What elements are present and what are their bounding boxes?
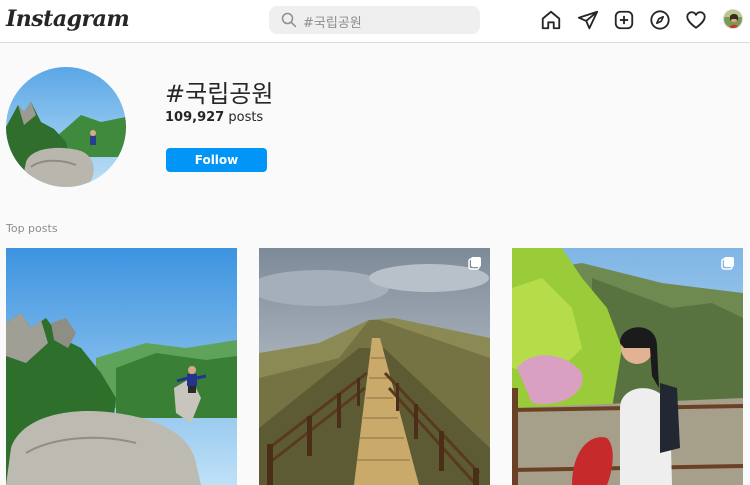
search-icon — [281, 12, 297, 28]
explore-icon[interactable] — [649, 9, 671, 31]
direct-icon[interactable] — [577, 9, 599, 31]
instagram-logo[interactable]: Instagram — [6, 6, 130, 32]
post-count-number: 109,927 — [165, 110, 225, 125]
top-posts-heading: Top posts — [6, 222, 58, 235]
follow-button[interactable]: Follow — [166, 148, 267, 172]
search-input[interactable]: #국립공원 — [303, 12, 362, 31]
post-count-label: posts — [228, 110, 264, 125]
top-post-2[interactable] — [259, 248, 490, 485]
multiple-photos-icon — [721, 257, 734, 270]
top-post-3[interactable] — [512, 248, 743, 485]
home-icon[interactable] — [540, 9, 562, 31]
top-post-1[interactable] — [6, 248, 237, 485]
post-image-mountain-rock — [6, 248, 237, 485]
activity-icon[interactable] — [685, 9, 707, 31]
top-navigation-bar: Instagram #국립공원 — [0, 0, 750, 43]
post-count: 109,927 posts — [165, 110, 263, 125]
search-box[interactable]: #국립공원 — [269, 6, 480, 34]
post-image-boardwalk-trail — [259, 248, 490, 485]
hashtag-title: #국립공원 — [165, 80, 274, 108]
new-post-icon[interactable] — [613, 9, 635, 31]
multiple-photos-icon — [468, 257, 481, 270]
hashtag-profile-image — [6, 67, 126, 187]
profile-avatar[interactable] — [723, 9, 743, 29]
post-image-hiker-portrait — [512, 248, 743, 485]
